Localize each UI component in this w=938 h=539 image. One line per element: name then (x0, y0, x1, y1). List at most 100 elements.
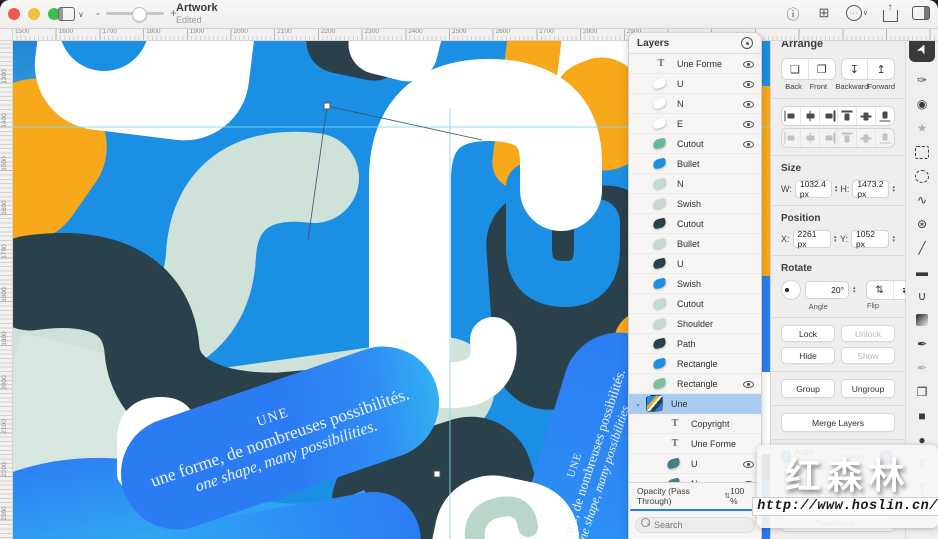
layer-row[interactable]: ⌄ Rectangle (629, 374, 761, 394)
layer-row[interactable]: ⌄ T Une Forme (629, 54, 761, 74)
line-icon[interactable]: ╱ (911, 240, 933, 256)
eraser-icon[interactable]: ▬ (911, 264, 933, 280)
bring-to-front-button[interactable]: ❐ (809, 59, 835, 79)
distribute-button[interactable] (801, 129, 820, 147)
visibility-eye-icon[interactable] (743, 81, 754, 88)
layer-row[interactable]: ⌄ Bullet (629, 154, 761, 174)
align-button[interactable] (782, 107, 801, 125)
search-input[interactable] (635, 517, 755, 533)
send-to-back-button[interactable]: ❏ (782, 59, 809, 79)
visibility-eye-icon[interactable] (743, 141, 754, 148)
visibility-eye-icon[interactable] (743, 481, 754, 482)
visibility-eye-icon[interactable] (743, 101, 754, 108)
layer-row[interactable]: ⌄ Rectangle (629, 354, 761, 374)
minimize-window-button[interactable] (28, 8, 40, 20)
target-icon[interactable] (741, 37, 753, 49)
lasso-icon[interactable]: ∿ (911, 192, 933, 208)
layer-row[interactable]: ⌄ Cutout (629, 294, 761, 314)
layer-row[interactable]: ⌄ Cutout (629, 134, 761, 154)
send-backward-button[interactable]: ↧ (842, 59, 869, 79)
layer-row[interactable]: ⌄ Swish (629, 274, 761, 294)
freeform-pen-icon[interactable]: ✒ (911, 360, 933, 376)
align-button[interactable] (820, 107, 839, 125)
x-stepper[interactable]: ▴▾ (834, 235, 837, 243)
angle-stepper[interactable]: ▴▾ (853, 286, 856, 294)
layer-row[interactable]: ⌄ E (629, 114, 761, 134)
width-stepper[interactable]: ▴▾ (835, 185, 838, 193)
visibility-eye-icon[interactable] (743, 381, 754, 388)
info-button[interactable]: ⓘ (784, 4, 802, 22)
layer-row[interactable]: ⌄ T Copyright (629, 414, 761, 434)
align-button[interactable] (876, 107, 894, 125)
distribute-button[interactable] (838, 129, 857, 147)
new-artboard-button[interactable]: ⊞ (815, 4, 833, 22)
distribute-button[interactable] (876, 129, 894, 147)
horizontal-ruler[interactable]: 1500160017001800190020002100220023002400… (0, 28, 938, 41)
marquee-icon[interactable] (911, 144, 933, 160)
rotation-dial[interactable] (781, 280, 801, 300)
distribute-button[interactable] (782, 129, 801, 147)
height-field[interactable]: 1473.2 px (852, 180, 889, 198)
distribute-button[interactable] (820, 129, 839, 147)
layer-row[interactable]: ⌄ Une (629, 394, 761, 414)
distribute-button[interactable] (857, 129, 876, 147)
merge-layers-button[interactable]: Merge Layers (781, 413, 895, 432)
lock-button[interactable]: Lock (781, 325, 835, 342)
align-button[interactable] (857, 107, 876, 125)
visibility-eye-icon[interactable] (743, 461, 754, 468)
square-icon[interactable]: ■ (911, 408, 933, 424)
width-field[interactable]: 1032.4 px (795, 180, 832, 198)
selection-handle[interactable] (434, 471, 440, 477)
gradient-icon[interactable] (911, 312, 933, 328)
brush-icon[interactable]: ✑ (911, 72, 933, 88)
opacity-value[interactable]: 100 % (730, 486, 753, 506)
layer-row[interactable]: ⌄ N (629, 94, 761, 114)
zoom-slider-knob[interactable] (132, 7, 147, 22)
group-button[interactable]: Group (781, 379, 835, 398)
layer-row[interactable]: ⌄ U (629, 74, 761, 94)
share-button[interactable] (881, 4, 899, 22)
ellipse-select-icon[interactable] (911, 168, 933, 184)
layer-row[interactable]: ⌄ T Une Forme (629, 434, 761, 454)
layer-row[interactable]: ⌄ Cutout (629, 214, 761, 234)
height-stepper[interactable]: ▴▾ (892, 185, 895, 193)
layer-row[interactable]: ⌄ N (629, 174, 761, 194)
flip-vertical-button[interactable]: ⇅ (867, 281, 894, 299)
opacity-slider[interactable] (630, 509, 760, 512)
chevron-down-icon[interactable]: ⌄ (635, 400, 646, 408)
align-button[interactable] (801, 107, 820, 125)
right-panel-toggle-button[interactable] (912, 4, 930, 22)
ungroup-button[interactable]: Ungroup (841, 379, 895, 398)
vertical-ruler[interactable]: 1300140015001600170018001900200021002200… (0, 40, 13, 539)
layer-row[interactable]: ⌄ N (629, 474, 761, 482)
layer-row[interactable]: ⌄ U (629, 254, 761, 274)
more-options-button[interactable]: ···∨ (846, 4, 868, 22)
pen-icon[interactable]: ✒ (911, 336, 933, 352)
layer-row[interactable]: ⌄ U (629, 454, 761, 474)
layer-row[interactable]: ⌄ Bullet (629, 234, 761, 254)
x-field[interactable]: 2261 px (793, 230, 831, 248)
y-field[interactable]: 1052 px (851, 230, 889, 248)
sidebar-toggle-button[interactable]: ∨ (58, 6, 88, 22)
show-button[interactable]: Show (841, 347, 895, 364)
star-icon[interactable]: ★ (911, 120, 933, 136)
layer-row[interactable]: ⌄ Shoulder (629, 314, 761, 334)
bring-forward-button[interactable]: ↥ (868, 59, 894, 79)
layer-row[interactable]: ⌄ Swish (629, 194, 761, 214)
y-stepper[interactable]: ▴▾ (892, 235, 895, 243)
layer-row[interactable]: ⌄ Path (629, 334, 761, 354)
selection-brush-icon[interactable]: ⊛ (911, 216, 933, 232)
blend-shapes-icon[interactable]: ◉ (911, 96, 933, 112)
zoom-slider-track[interactable] (106, 12, 164, 15)
unlock-button[interactable]: Unlock (841, 325, 895, 342)
angle-field[interactable]: 20° (805, 281, 849, 299)
visibility-eye-icon[interactable] (743, 61, 754, 68)
align-button[interactable] (838, 107, 857, 125)
close-window-button[interactable] (8, 8, 20, 20)
shape-combine-icon[interactable]: ❒ (911, 384, 933, 400)
zoom-out-label[interactable]: - (96, 5, 100, 21)
visibility-eye-icon[interactable] (743, 121, 754, 128)
jar-icon[interactable]: ∪ (911, 288, 933, 304)
selection-handle[interactable] (324, 103, 330, 109)
hide-button[interactable]: Hide (781, 347, 835, 364)
